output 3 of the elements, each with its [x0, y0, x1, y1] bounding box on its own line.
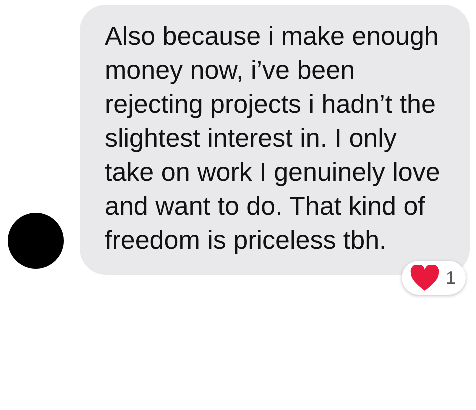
heart-icon [410, 264, 440, 292]
message-text: Also because i make enough money now, i’ve been rejecting projects i hadn’t the slightest interest in. I only take on work I genuinely love and want to do. That kind of freedom is priceless tbh. [105, 20, 442, 257]
reaction-badge[interactable]: 1 [402, 261, 466, 295]
